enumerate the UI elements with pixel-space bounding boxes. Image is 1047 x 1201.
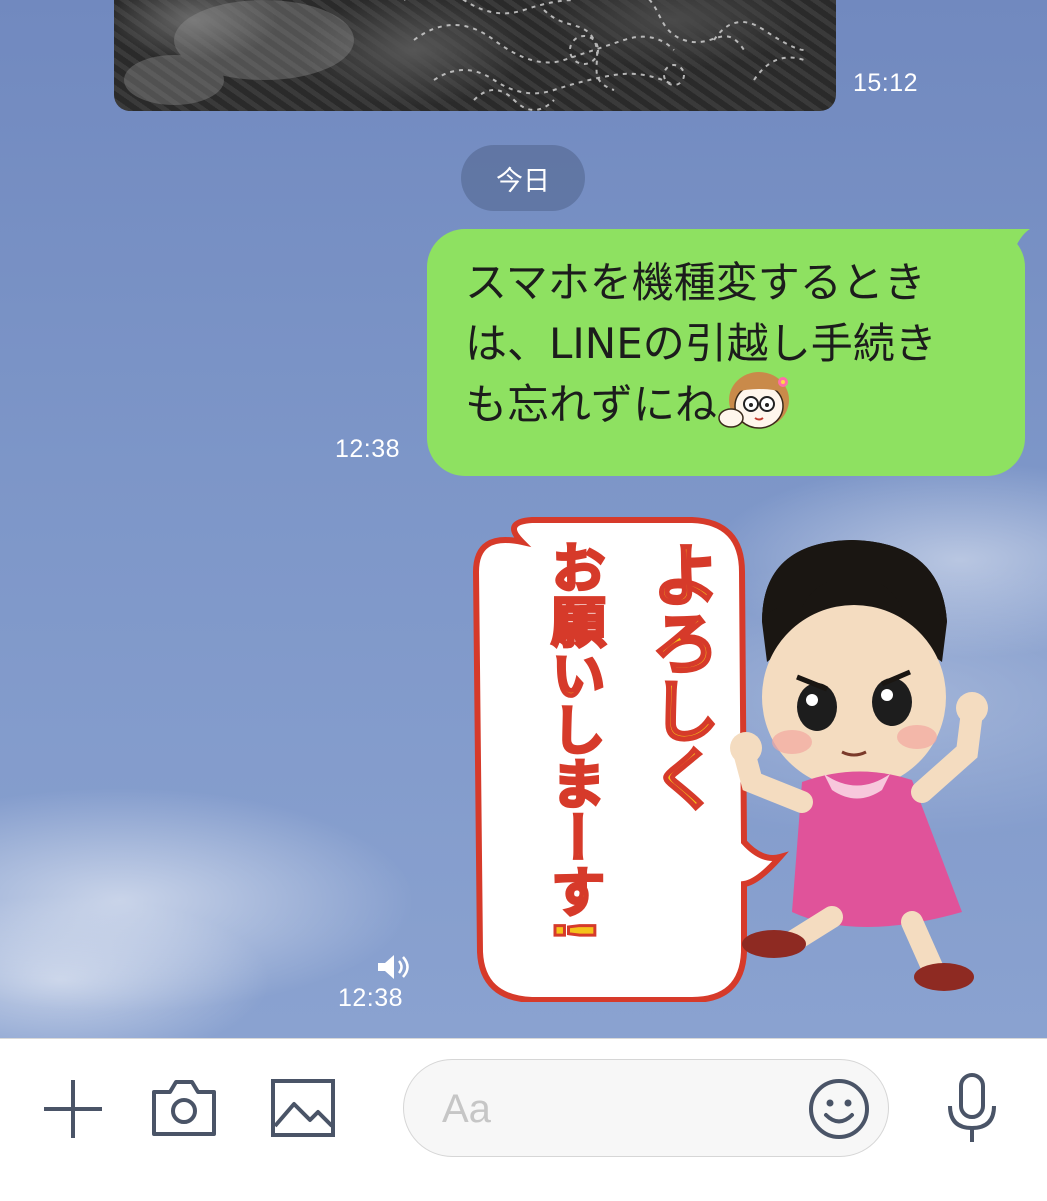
microphone-icon[interactable] [944, 1072, 1000, 1144]
message-line-3: も忘れずにね [465, 380, 718, 429]
camera-icon[interactable] [150, 1078, 218, 1138]
date-separator: 今日 [461, 145, 585, 211]
sticker-timestamp: 12:38 [338, 984, 404, 1012]
speaker-icon[interactable] [376, 953, 412, 981]
sticker-text-line-1: よろしく [638, 539, 720, 814]
message-text: スマホを機種変するとき は、LINEの引越し手続き も忘れずにね [465, 252, 1010, 440]
sticker-text-line-2: お願いしまーす! [541, 539, 607, 945]
message-line-2: は、LINEの引越し手続き [465, 319, 937, 368]
sticker-text: よろしく お願いしまーす! [522, 539, 732, 1000]
message-input[interactable] [440, 1078, 804, 1140]
sticker-character [730, 540, 988, 991]
photo-message[interactable] [114, 0, 836, 111]
message-timestamp: 12:38 [335, 435, 401, 463]
thinking-girl-emoji-icon [718, 371, 790, 429]
message-line-1: スマホを機種変するとき [465, 258, 926, 307]
chat-area[interactable]: 15:12 今日 スマホを機種変するとき は、LINEの引越し手続き も忘れずに… [0, 0, 1047, 1038]
emoji-icon[interactable] [808, 1078, 870, 1140]
sticker-message[interactable]: よろしく お願いしまーす! [462, 512, 1047, 1003]
photo-image [124, 0, 805, 111]
photo-timestamp: 15:12 [853, 69, 919, 97]
image-icon[interactable] [270, 1078, 336, 1138]
plus-icon[interactable] [40, 1076, 106, 1142]
